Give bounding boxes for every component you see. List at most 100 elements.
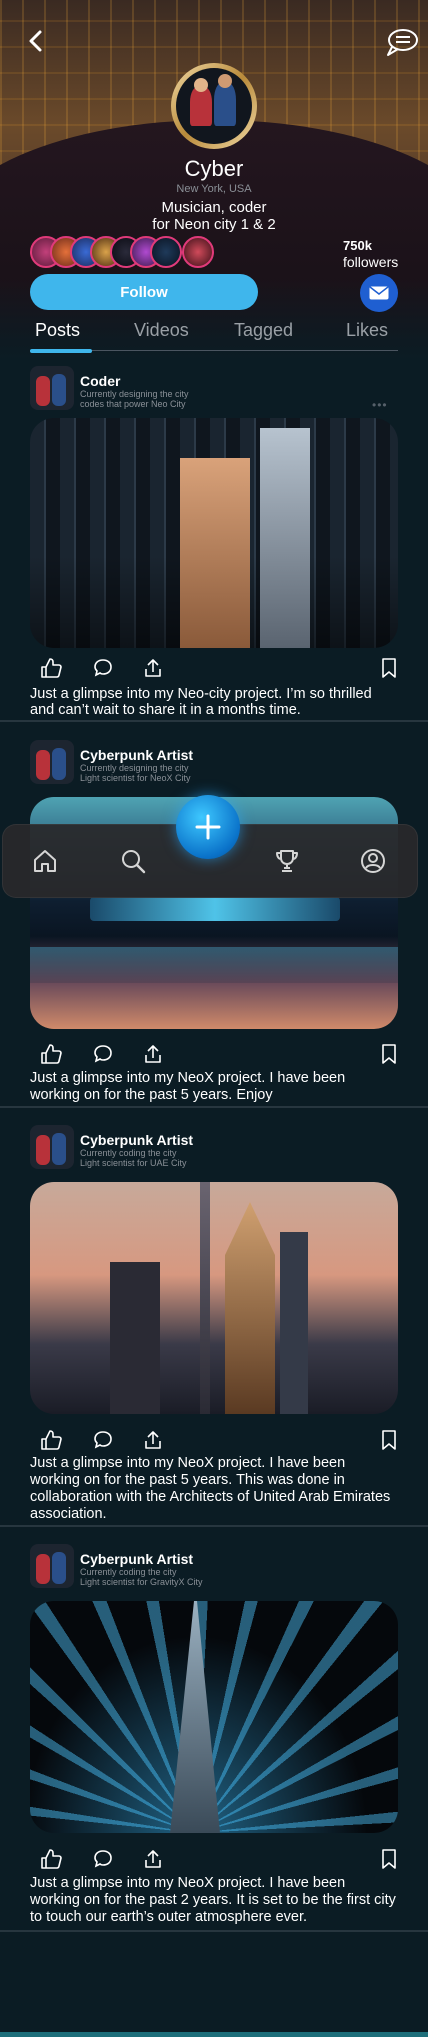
avatar-figure: [36, 1554, 50, 1584]
post-image-tower: [260, 428, 310, 648]
nav-profile-button[interactable]: [357, 845, 389, 877]
share-button[interactable]: [140, 1427, 166, 1453]
avatar-figure: [36, 376, 50, 406]
post-author-subtitle: Light scientist for NeoX City: [80, 773, 191, 783]
chevron-left-icon: [29, 30, 42, 52]
bookmark-button[interactable]: [376, 1427, 402, 1453]
tab-likes[interactable]: Likes: [346, 320, 388, 341]
profile-location: New York, USA: [176, 183, 252, 195]
comment-icon: [94, 1850, 112, 1868]
profile-name: Cyber: [184, 156, 244, 181]
thumbs-up-icon: [41, 1044, 62, 1064]
post-image-reflection: [30, 947, 398, 983]
comment-icon: [94, 1431, 112, 1449]
more-options-icon[interactable]: •••: [372, 398, 388, 412]
post-image-skyline[interactable]: [30, 1182, 398, 1414]
post-author-avatar[interactable]: [30, 1125, 74, 1169]
profile-avatar[interactable]: [171, 63, 257, 149]
post-caption: working on for the past 2 years. It is s…: [30, 1892, 396, 1908]
post-caption: Just a glimpse into my NeoX project. I h…: [30, 1455, 346, 1471]
nav-trophy-button[interactable]: [271, 845, 303, 877]
post-divider: [0, 720, 428, 722]
post-image-tower: [225, 1202, 275, 1414]
post-caption: collaboration with the Architects of Uni…: [30, 1489, 391, 1505]
bookmark-button[interactable]: [376, 1041, 402, 1067]
post-image-building: [110, 1262, 160, 1414]
post-image-building: [90, 897, 340, 921]
thumbs-up-icon: [41, 1849, 62, 1869]
message-button[interactable]: [360, 274, 398, 312]
post-actions: [30, 655, 398, 681]
story-avatar[interactable]: [150, 236, 182, 268]
post-author-avatar[interactable]: [30, 740, 74, 784]
like-button[interactable]: [38, 1041, 64, 1067]
bookmark-icon: [382, 1044, 396, 1064]
followers-label: followers: [343, 254, 399, 270]
post-caption: working on for the past 5 years. Enjoy: [30, 1087, 273, 1103]
avatar-figure: [36, 1135, 50, 1165]
chat-bubbles-icon: [387, 29, 418, 56]
post-author-name[interactable]: Coder: [80, 373, 120, 389]
like-button[interactable]: [38, 1427, 64, 1453]
bookmark-icon: [382, 658, 396, 678]
tab-tagged[interactable]: Tagged: [234, 320, 293, 341]
post-divider: [0, 1525, 428, 1527]
story-avatar[interactable]: [182, 236, 214, 268]
avatar-face-right: [218, 74, 232, 88]
bookmark-button[interactable]: [376, 655, 402, 681]
messages-button[interactable]: [382, 26, 420, 60]
nav-home-button[interactable]: [29, 845, 61, 877]
avatar-figure-left: [190, 86, 212, 126]
tab-posts[interactable]: Posts: [35, 320, 80, 341]
profile-bio-line2: for Neon city 1 & 2: [152, 216, 276, 233]
story-highlights[interactable]: [30, 236, 220, 270]
post-author-avatar[interactable]: [30, 1544, 74, 1588]
comment-button[interactable]: [90, 1427, 116, 1453]
post-author-subtitle: codes that power Neo City: [80, 399, 186, 409]
bookmark-button[interactable]: [376, 1846, 402, 1872]
post-image-city[interactable]: [30, 418, 398, 648]
post-author-name[interactable]: Cyberpunk Artist: [80, 747, 193, 763]
post-image-tower: [170, 1601, 220, 1833]
share-icon: [145, 1850, 161, 1868]
comment-button[interactable]: [90, 655, 116, 681]
share-icon: [145, 1431, 161, 1449]
post-author-subtitle: Light scientist for UAE City: [80, 1158, 187, 1168]
profile-tabs: Posts Videos Tagged Likes: [30, 320, 398, 353]
post-author-name[interactable]: Cyberpunk Artist: [80, 1132, 193, 1148]
tab-videos[interactable]: Videos: [134, 320, 189, 341]
follow-button[interactable]: Follow: [30, 274, 258, 310]
post-actions: [30, 1846, 398, 1872]
share-icon: [145, 659, 161, 677]
back-button[interactable]: [20, 26, 50, 56]
post-image-building: [280, 1232, 308, 1414]
post-author-name[interactable]: Cyberpunk Artist: [80, 1551, 193, 1567]
post-image-tower-lights[interactable]: [30, 1601, 398, 1833]
nav-search-button[interactable]: [117, 845, 149, 877]
comment-button[interactable]: [90, 1041, 116, 1067]
post-image-spire: [200, 1182, 210, 1414]
share-icon: [145, 1045, 161, 1063]
post-caption: association.: [30, 1506, 107, 1522]
envelope-icon: [369, 286, 389, 300]
post-image-tower: [180, 458, 250, 648]
post-caption: Just a glimpse into my NeoX project. I h…: [30, 1875, 346, 1891]
like-button[interactable]: [38, 655, 64, 681]
like-button[interactable]: [38, 1846, 64, 1872]
avatar-figure: [52, 1552, 66, 1584]
share-button[interactable]: [140, 1041, 166, 1067]
comment-icon: [94, 659, 112, 677]
share-button[interactable]: [140, 1846, 166, 1872]
post-divider: [0, 1106, 428, 1108]
bookmark-icon: [382, 1849, 396, 1869]
profile-icon: [361, 849, 385, 873]
comment-button[interactable]: [90, 1846, 116, 1872]
thumbs-up-icon: [41, 1430, 62, 1450]
create-post-button[interactable]: [176, 795, 240, 859]
post-caption: working on for the past 5 years. This wa…: [30, 1472, 345, 1488]
share-button[interactable]: [140, 655, 166, 681]
post-author-subtitle: Light scientist for GravityX City: [80, 1577, 203, 1587]
post-caption: Just a glimpse into my Neo-city project.…: [30, 686, 372, 702]
search-icon: [122, 850, 146, 874]
post-author-avatar[interactable]: [30, 366, 74, 410]
